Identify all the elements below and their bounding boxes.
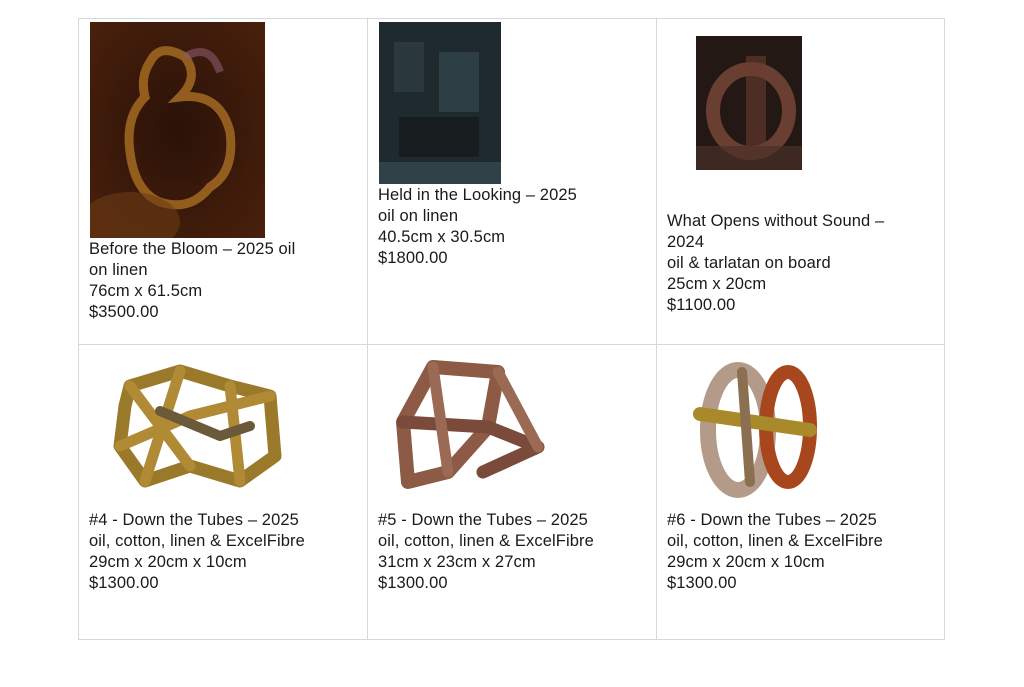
artwork-price: $1300.00 [89,574,159,592]
artwork-title: Held in the Looking – 2025 [378,186,577,204]
artwork-medium: oil on linen [378,207,459,225]
artwork-title: #4 - Down the Tubes – 2025 [89,511,299,529]
artwork-price: $1100.00 [667,296,736,314]
artwork-dimensions: 29cm x 20cm x 10cm [667,553,825,571]
artwork-title: #6 - Down the Tubes – 2025 [667,511,877,529]
column-divider [656,19,657,639]
artwork-title: Before the Bloom – 2025 oil on linen [89,240,296,279]
artwork-medium: oil, cotton, linen & ExcelFibre [378,532,594,550]
artwork-caption: #4 - Down the Tubes – 2025 oil, cotton, … [89,510,305,594]
sculpture-image [388,352,548,500]
artwork-dimensions: 31cm x 23cm x 27cm [378,553,536,571]
sculpture-image [100,356,290,491]
painting-image [696,36,802,170]
artwork-title: What Opens without Sound – 2024 [667,212,885,251]
artwork-caption: What Opens without Sound – 2024 oil & ta… [667,211,884,316]
artwork-medium: oil & tarlatan on board [667,254,831,272]
artwork-dimensions: 76cm x 61.5cm [89,282,203,300]
artwork-dimensions: 29cm x 20cm x 10cm [89,553,247,571]
artwork-caption: #5 - Down the Tubes – 2025 oil, cotton, … [378,510,594,594]
artwork-dimensions: 40.5cm x 30.5cm [378,228,506,246]
artwork-price: $1300.00 [667,574,737,592]
artwork-title: #5 - Down the Tubes – 2025 [378,511,588,529]
artwork-dimensions: 25cm x 20cm [667,275,767,293]
artwork-caption: Before the Bloom – 2025 oil on linen 76c… [89,239,295,323]
artwork-medium: oil, cotton, linen & ExcelFibre [89,532,305,550]
artwork-price: $3500.00 [89,303,159,321]
row-divider [79,344,944,345]
artwork-caption: Held in the Looking – 2025 oil on linen … [378,185,577,269]
artwork-price: $1800.00 [378,249,448,267]
sculpture-image [690,352,822,500]
painting-image [90,22,265,238]
painting-image [379,22,501,184]
artwork-medium: oil, cotton, linen & ExcelFibre [667,532,883,550]
artwork-price: $1300.00 [378,574,448,592]
column-divider [367,19,368,639]
artwork-caption: #6 - Down the Tubes – 2025 oil, cotton, … [667,510,883,594]
